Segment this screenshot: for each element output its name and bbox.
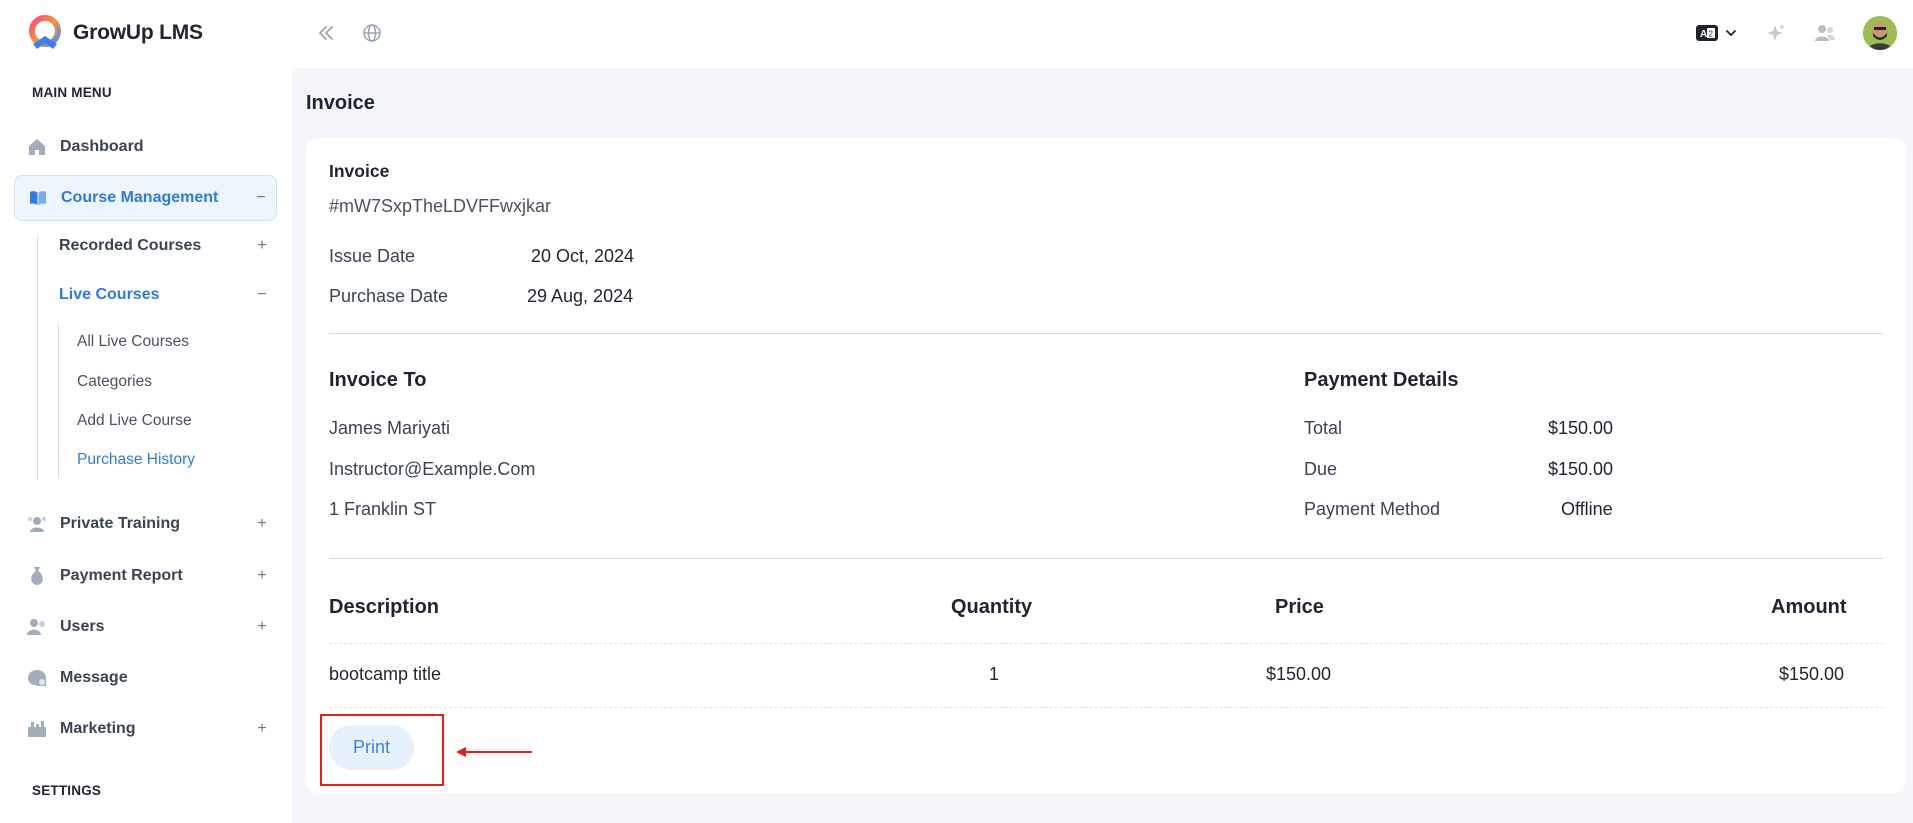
divider — [329, 333, 1883, 334]
chevron-down-icon — [1726, 30, 1736, 37]
users-icon — [1815, 25, 1835, 41]
sidebar-item-dashboard[interactable]: Dashboard — [14, 124, 277, 170]
column-header-quantity: Quantity — [951, 596, 1033, 618]
row-description: bootcamp title — [329, 664, 442, 684]
sidebar-item-marketing[interactable]: Marketing + — [14, 706, 277, 752]
training-icon — [27, 514, 47, 534]
submenu-rail — [58, 323, 59, 478]
home-icon — [27, 137, 47, 157]
sidebar: MAIN MENU Dashboard Course Management − … — [0, 68, 292, 823]
row-quantity: 1 — [989, 664, 1000, 684]
divider — [329, 558, 1883, 559]
annotation-arrow-icon — [456, 747, 532, 757]
sidebar-item-label: Users — [60, 618, 105, 635]
topbar-actions: A 2 — [1695, 16, 1897, 50]
invoice-to-heading: Invoice To — [329, 369, 427, 391]
translate-icon: A 2 — [1696, 25, 1718, 41]
print-button[interactable]: Print — [329, 725, 414, 770]
issue-date-label: Issue Date — [329, 246, 416, 266]
sidebar-item-label: Payment Report — [60, 567, 183, 584]
column-header-price: Price — [1275, 596, 1324, 618]
sidebar-item-label: Dashboard — [60, 138, 144, 155]
marketing-icon — [27, 719, 47, 739]
submenu-rail — [37, 235, 38, 480]
sidebar-item-label: Recorded Courses — [59, 237, 202, 254]
user-avatar[interactable] — [1863, 16, 1897, 50]
sidebar-item-categories[interactable]: Categories — [77, 373, 152, 391]
customer-address: 1 Franklin ST — [329, 499, 437, 519]
ai-assistant-button[interactable] — [1765, 22, 1787, 44]
collapse-indicator: − — [256, 189, 266, 206]
row-amount: $150.00 — [1779, 664, 1845, 684]
invoice-card — [306, 138, 1906, 793]
collapse-sidebar-button[interactable] — [313, 20, 339, 46]
page-title: Invoice — [306, 92, 375, 114]
sidebar-item-recorded-courses[interactable]: Recorded Courses + — [59, 229, 277, 263]
double-chevron-left-icon — [319, 26, 333, 40]
sidebar-item-users[interactable]: Users + — [14, 604, 277, 650]
expand-indicator: + — [257, 618, 267, 635]
website-button[interactable] — [359, 20, 385, 46]
invoice-id: #mW7SxpTheLDVFFwxjkar — [329, 196, 552, 216]
sidebar-item-label: Marketing — [60, 720, 136, 737]
message-icon — [27, 668, 47, 688]
globe-icon — [363, 24, 381, 42]
top-bar: GrowUp LMS A 2 — [0, 0, 1913, 68]
svg-text:2: 2 — [1709, 30, 1714, 39]
total-label: Total — [1304, 418, 1343, 438]
sidebar-item-label: Live Courses — [59, 286, 160, 303]
column-header-description: Description — [329, 596, 440, 618]
collapse-indicator: − — [257, 286, 267, 303]
customer-email: Instructor@Example.Com — [329, 459, 536, 479]
sidebar-item-all-live-courses[interactable]: All Live Courses — [77, 333, 189, 351]
sidebar-item-live-courses[interactable]: Live Courses − — [59, 278, 277, 312]
payment-method-label: Payment Method — [1304, 499, 1441, 519]
due-label: Due — [1304, 459, 1338, 479]
main-menu-label: MAIN MENU — [32, 85, 112, 100]
purchase-date-label: Purchase Date — [329, 286, 449, 306]
purchase-date-value: 29 Aug, 2024 — [527, 286, 634, 306]
column-header-amount: Amount — [1771, 596, 1847, 618]
customer-name: James Mariyati — [329, 418, 451, 438]
due-value: $150.00 — [1548, 459, 1614, 479]
row-price: $150.00 — [1266, 664, 1332, 684]
app-name: GrowUp LMS — [73, 21, 203, 44]
app-logo[interactable]: GrowUp LMS — [25, 14, 203, 52]
sidebar-item-label: Private Training — [60, 515, 181, 532]
expand-indicator: + — [257, 237, 267, 254]
sparkle-icon — [1767, 24, 1785, 41]
avatar-image — [1863, 16, 1897, 50]
sidebar-item-label: Course Management — [61, 189, 219, 206]
users-icon — [27, 617, 47, 637]
sidebar-item-label: Message — [60, 669, 128, 686]
payment-details-heading: Payment Details — [1304, 369, 1459, 391]
sidebar-item-message[interactable]: Message — [14, 655, 277, 701]
logo-icon — [29, 15, 61, 49]
settings-label: SETTINGS — [32, 783, 102, 798]
invoice-label: Invoice — [329, 161, 390, 181]
language-selector[interactable]: A 2 — [1695, 24, 1737, 42]
payment-method-value: Offline — [1561, 499, 1613, 519]
table-divider — [329, 643, 1883, 644]
sidebar-item-private-training[interactable]: Private Training + — [14, 501, 277, 547]
issue-date-value: 20 Oct, 2024 — [531, 246, 635, 266]
money-bag-icon — [27, 566, 47, 586]
users-switch-button[interactable] — [1813, 22, 1837, 44]
expand-indicator: + — [257, 720, 267, 737]
svg-text:A: A — [1700, 29, 1707, 40]
expand-indicator: + — [257, 515, 267, 532]
sidebar-item-add-live-course[interactable]: Add Live Course — [77, 412, 192, 430]
total-value: $150.00 — [1548, 418, 1614, 438]
table-divider — [329, 707, 1883, 708]
sidebar-item-course-management[interactable]: Course Management − — [14, 175, 277, 221]
book-icon — [28, 188, 48, 208]
expand-indicator: + — [257, 567, 267, 584]
sidebar-item-purchase-history[interactable]: Purchase History — [77, 451, 195, 469]
sidebar-item-payment-report[interactable]: Payment Report + — [14, 553, 277, 599]
